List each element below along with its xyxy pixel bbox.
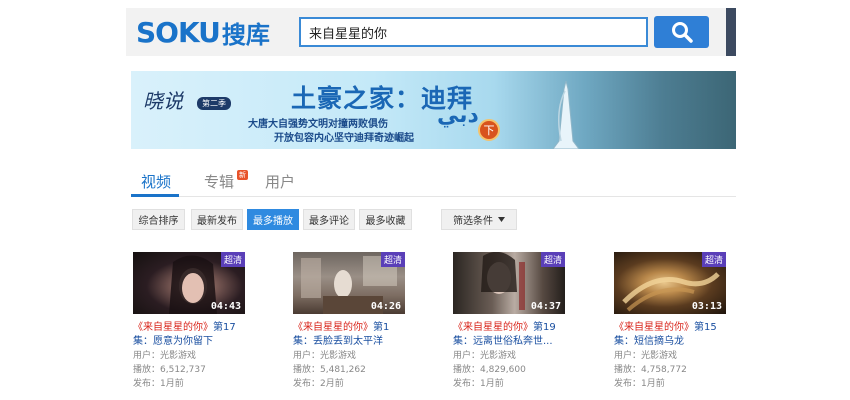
- video-duration: 04:43: [210, 301, 241, 312]
- banner-part-badge: 下: [478, 119, 500, 141]
- sort-newest-button[interactable]: 最新发布: [191, 209, 243, 230]
- video-card: 超清 03:13 《来自星星的你》第15集：短信摘乌龙 用户：光影游戏 播放：4…: [614, 252, 734, 391]
- banner-brand: 晓说: [143, 89, 183, 113]
- sort-most-comments-button[interactable]: 最多评论: [303, 209, 355, 230]
- banner-arabic-text: دبي: [437, 103, 479, 128]
- video-thumbnail[interactable]: 超清 04:43: [133, 252, 245, 314]
- video-thumbnail[interactable]: 超清 04:37: [453, 252, 565, 314]
- video-published: 发布：1月前: [133, 379, 184, 389]
- video-play-count: 播放：4,758,772: [614, 365, 687, 375]
- video-uploader: 用户：光影游戏: [293, 351, 357, 361]
- header-edge-decoration: [726, 8, 736, 56]
- video-title-highlight: 《来自星星的你》: [293, 322, 373, 333]
- video-card: 超清 04:43 《来自星星的你》第17集：愿意为你留下 用户：光影游戏 播放：…: [133, 252, 253, 391]
- video-card: 超清 04:26 《来自星星的你》第1集：丢脸丢到太平洋 用户：光影游戏 播放：…: [293, 252, 413, 391]
- tab-video[interactable]: 视频: [141, 171, 171, 192]
- video-thumbnail[interactable]: 超清 03:13: [614, 252, 726, 314]
- sort-default-button[interactable]: 综合排序: [132, 209, 185, 230]
- video-uploader: 用户：光影游戏: [614, 351, 678, 361]
- video-published: 发布：1月前: [614, 379, 665, 389]
- video-play-count: 播放：6,512,737: [133, 365, 206, 375]
- sort-most-played-button[interactable]: 最多播放: [247, 209, 299, 230]
- hd-badge: 超清: [701, 252, 726, 267]
- hd-badge: 超清: [220, 252, 245, 267]
- tower-icon: [552, 81, 580, 149]
- video-title-link[interactable]: 《来自星星的你》第17集：愿意为你留下: [133, 321, 245, 349]
- video-title-highlight: 《来自星星的你》: [453, 322, 533, 333]
- logo-latin: SOKU: [136, 15, 221, 49]
- video-title-link[interactable]: 《来自星星的你》第19集：远离世俗私奔世...: [453, 321, 565, 349]
- search-button[interactable]: [654, 16, 709, 48]
- video-play-count: 播放：5,481,262: [293, 365, 366, 375]
- active-tab-indicator: [131, 194, 179, 197]
- tab-user[interactable]: 用户: [265, 171, 295, 192]
- search-input[interactable]: [299, 17, 648, 47]
- video-thumbnail[interactable]: 超清 04:26: [293, 252, 405, 314]
- video-title-highlight: 《来自星星的你》: [614, 322, 694, 333]
- video-published: 发布：2月前: [293, 379, 344, 389]
- banner-season-badge: 第二季: [197, 97, 231, 110]
- banner-tagline-1: 大唐大自强势文明对撞两败俱伤: [248, 119, 388, 130]
- banner-tagline-2: 开放包容内心坚守迪拜奇迹崛起: [274, 133, 414, 144]
- video-published: 发布：1月前: [453, 379, 504, 389]
- new-badge: 新: [237, 170, 248, 180]
- logo-chinese: 搜库: [221, 20, 270, 49]
- video-title-link[interactable]: 《来自星星的你》第1集：丢脸丢到太平洋: [293, 321, 405, 349]
- search-header: SOKU 搜库: [126, 8, 736, 56]
- soku-logo[interactable]: SOKU 搜库: [136, 15, 270, 49]
- video-duration: 04:26: [370, 301, 401, 312]
- hd-badge: 超清: [380, 252, 405, 267]
- sort-most-favorites-button[interactable]: 最多收藏: [359, 209, 412, 230]
- search-icon: [671, 22, 693, 43]
- video-duration: 04:37: [530, 301, 561, 312]
- video-uploader: 用户：光影游戏: [453, 351, 517, 361]
- filter-dropdown[interactable]: 筛选条件: [441, 209, 517, 230]
- hd-badge: 超清: [540, 252, 565, 267]
- video-duration: 03:13: [691, 301, 722, 312]
- video-title-link[interactable]: 《来自星星的你》第15集：短信摘乌龙: [614, 321, 726, 349]
- result-tabs: 视频 专辑 用户: [131, 165, 736, 197]
- video-uploader: 用户：光影游戏: [133, 351, 197, 361]
- promo-banner[interactable]: 晓说 第二季 土豪之家：迪拜 大唐大自强势文明对撞两败俱伤 开放包容内心坚守迪拜…: [131, 71, 736, 149]
- caret-down-icon: [498, 217, 505, 222]
- filter-label: 筛选条件: [453, 216, 493, 227]
- video-card: 超清 04:37 《来自星星的你》第19集：远离世俗私奔世... 用户：光影游戏…: [453, 252, 573, 391]
- video-play-count: 播放：4,829,600: [453, 365, 526, 375]
- tab-album[interactable]: 专辑: [204, 171, 234, 192]
- video-title-highlight: 《来自星星的你》: [133, 322, 213, 333]
